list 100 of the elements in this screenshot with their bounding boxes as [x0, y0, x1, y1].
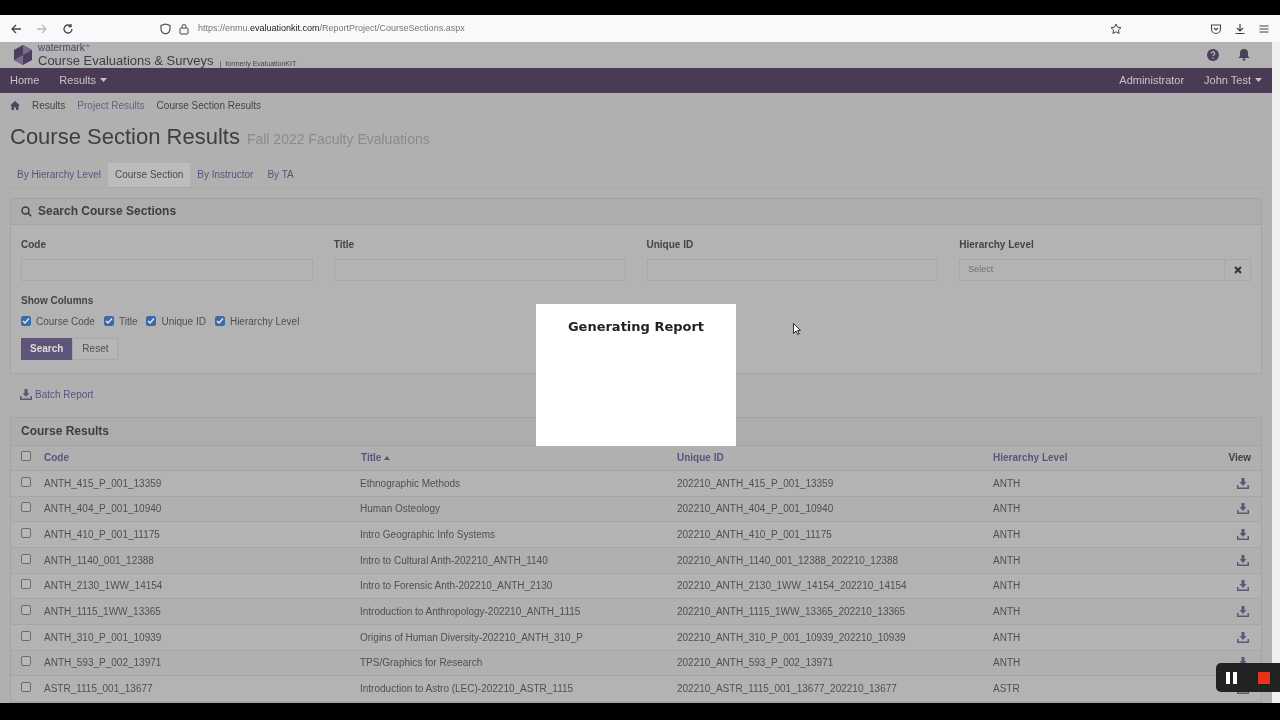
- reload-icon[interactable]: [62, 22, 74, 35]
- checkbox-label[interactable]: Course Code: [36, 313, 95, 329]
- pocket-icon[interactable]: [1210, 22, 1222, 35]
- panel-title: Course Results: [21, 423, 110, 441]
- star-icon[interactable]: [1110, 22, 1122, 35]
- checkbox[interactable]: [21, 528, 31, 539]
- field-label: Title: [333, 237, 356, 252]
- menu-icon[interactable]: [1258, 22, 1270, 35]
- field-label: Unique ID: [646, 237, 695, 252]
- nav-item[interactable]: Results: [59, 72, 108, 89]
- home-icon[interactable]: [10, 101, 20, 111]
- help-icon[interactable]: [1207, 48, 1219, 61]
- table-cell-text: ANTH: [993, 553, 1022, 568]
- download-icon[interactable]: [1234, 22, 1246, 35]
- table-cell-text: Intro Geographic Info Systems: [360, 528, 497, 543]
- table-cell-text: ANTH: [993, 528, 1022, 543]
- search-icon: [21, 205, 32, 217]
- back-icon[interactable]: [10, 22, 22, 35]
- stop-icon[interactable]: [1257, 671, 1270, 684]
- checkbox[interactable]: [21, 476, 31, 487]
- url-text[interactable]: https://enmu.evaluationkit.com/ReportProject/CourseSections.aspx: [198, 21, 465, 36]
- checkbox[interactable]: [21, 451, 31, 462]
- forward-icon[interactable]: [36, 22, 48, 35]
- bell-icon[interactable]: [1238, 48, 1250, 62]
- page-title: Course Section Results: [10, 122, 240, 151]
- cursor-icon: [793, 323, 801, 335]
- checkbox[interactable]: [103, 316, 114, 327]
- checkbox[interactable]: [146, 316, 157, 327]
- table-cell-text: ASTR_1115_001_13677: [44, 682, 154, 697]
- table-cell-text: Intro to Cultural Anth-202210_ANTH_1140: [360, 553, 549, 568]
- nav-item[interactable]: John Test: [1204, 72, 1262, 89]
- tab[interactable]: By TA: [260, 162, 301, 187]
- checkbox[interactable]: [21, 316, 31, 327]
- table-cell-text: ANTH_404_P_001_10940: [44, 502, 163, 517]
- table-cell-text: ANTH: [993, 579, 1022, 594]
- checkbox-label[interactable]: Hierarchy Level: [229, 313, 300, 329]
- column-header: View: [1228, 451, 1251, 466]
- table-cell-text: 202210_ANTH_593_P_002_13971: [677, 656, 835, 671]
- field-label: Show Columns: [21, 293, 95, 308]
- checkbox[interactable]: [21, 682, 31, 693]
- checkbox-label[interactable]: Title: [118, 313, 138, 329]
- tab[interactable]: By Instructor: [190, 162, 261, 187]
- search-button[interactable]: Search: [21, 337, 73, 360]
- table-cell-text: 202210_ANTH_404_P_001_10940: [677, 502, 835, 517]
- breadcrumb-item[interactable]: Results: [32, 98, 66, 114]
- checkbox[interactable]: [21, 553, 31, 564]
- table-cell-text: ANTH: [993, 476, 1022, 491]
- column-header[interactable]: Unique ID: [677, 450, 993, 466]
- pause-icon[interactable]: [1226, 671, 1238, 684]
- tab[interactable]: By Hierarchy Level: [10, 162, 108, 187]
- table-cell-text: Origins of Human Diversity-202210_ANTH_310_P: [360, 630, 584, 645]
- checkbox[interactable]: [21, 656, 31, 667]
- sort-icon: [384, 455, 391, 460]
- field-label: Hierarchy Level: [959, 237, 1035, 252]
- select-field[interactable]: Select: [959, 258, 1251, 281]
- logo-icon: [12, 43, 34, 66]
- breadcrumb-item: Course Section Results: [156, 99, 262, 114]
- reset-button[interactable]: Reset: [72, 337, 119, 360]
- checkbox[interactable]: [214, 316, 225, 327]
- modal-title: Generating Report: [567, 318, 705, 336]
- column-header[interactable]: Code: [44, 450, 361, 466]
- checkbox[interactable]: [21, 579, 31, 590]
- checkbox-label[interactable]: Unique ID: [161, 313, 206, 329]
- column-header[interactable]: Title: [361, 450, 677, 466]
- table-cell-text: 202210_ANTH_310_P_001_10939_202210_10939: [677, 630, 907, 645]
- batch-report-link[interactable]: Batch Report: [20, 386, 94, 402]
- table-cell-text: 202210_ANTH_1140_001_12388_202210_12388: [677, 553, 900, 568]
- checkbox[interactable]: [21, 630, 31, 641]
- breadcrumb-item[interactable]: Project Results: [77, 98, 145, 114]
- table-cell-text: 202210_ANTH_410_P_001_11175: [677, 528, 833, 543]
- checkbox[interactable]: [21, 605, 31, 616]
- table-cell-text: ANTH_410_P_001_11175: [44, 528, 161, 543]
- table-cell-text: ANTH_1115_1WW_13365: [44, 605, 162, 620]
- table-cell-text: ANTH: [993, 502, 1022, 517]
- column-header[interactable]: Hierarchy Level: [993, 450, 1229, 466]
- panel-title: Search Course Sections: [38, 203, 177, 221]
- field-label: Code: [21, 237, 47, 252]
- table-cell-text: Intro to Forensic Anth-202210_ANTH_2130: [360, 579, 554, 594]
- table-cell-text: ANTH: [993, 656, 1022, 671]
- table-cell-text: ANTH_415_P_001_13359: [44, 476, 163, 491]
- table-cell-text: ASTR: [993, 682, 1021, 697]
- clear-icon[interactable]: [1233, 265, 1242, 274]
- table-cell-text: ANTH_593_P_002_13971: [44, 656, 163, 671]
- caret-icon: [100, 78, 108, 83]
- table-cell-text: ANTH: [993, 605, 1022, 620]
- table-cell-text: 202210_ASTR_1115_001_13677_202210_13677: [677, 682, 898, 697]
- lock-icon: [179, 22, 189, 35]
- table-cell-text: Introduction to Astro (LEC)-202210_ASTR_1115: [360, 682, 575, 697]
- tab[interactable]: Course Section: [107, 162, 191, 187]
- nav-item[interactable]: Administrator: [1119, 72, 1185, 89]
- table-cell-text: TPS/Graphics for Research: [360, 656, 484, 671]
- table-cell-text: ANTH_310_P_001_10939: [44, 630, 163, 645]
- table-cell-text: Ethnographic Methods: [360, 476, 462, 491]
- caret-icon: [1255, 78, 1262, 83]
- table-cell-text: ANTH_2130_1WW_14154: [44, 579, 164, 594]
- shield-icon: [160, 22, 171, 35]
- checkbox[interactable]: [21, 502, 31, 513]
- nav-item[interactable]: Home: [10, 72, 40, 89]
- brand-title: Course Evaluations & Surveys: [38, 53, 214, 67]
- scrollbar[interactable]: [1272, 42, 1280, 703]
